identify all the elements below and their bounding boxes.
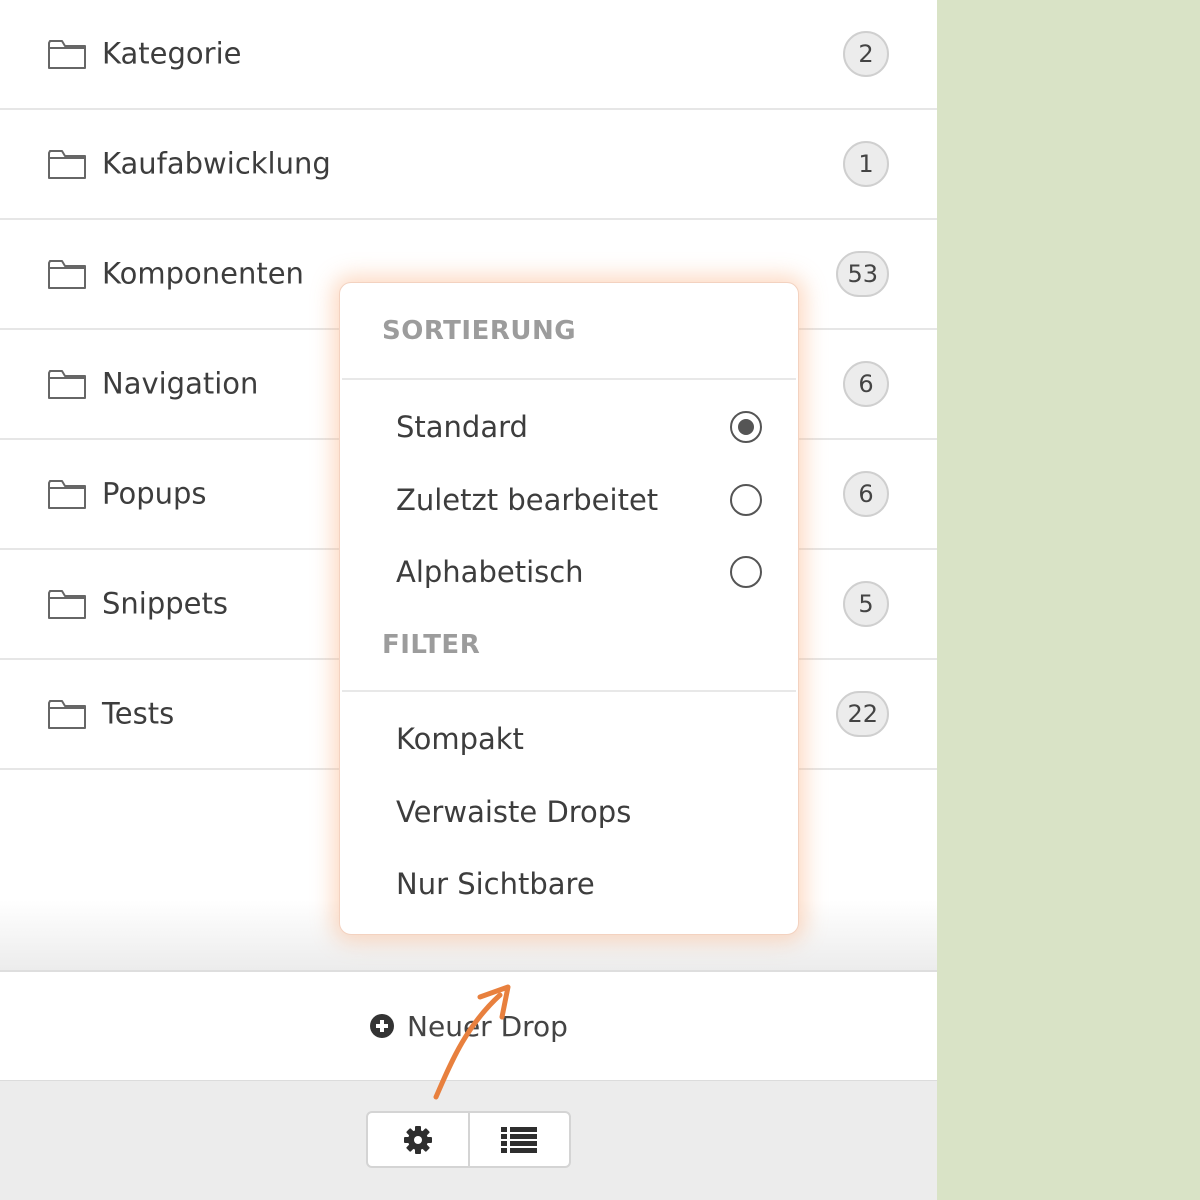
sort-option-label: Alphabetisch — [396, 555, 584, 589]
new-drop-label: Neuer Drop — [407, 1009, 568, 1043]
new-drop-button[interactable]: Neuer Drop — [369, 1010, 568, 1043]
filter-option-label: Verwaiste Drops — [396, 795, 632, 829]
folder-icon — [48, 370, 86, 399]
folder-label: Komponenten — [102, 256, 304, 291]
folder-label: Navigation — [102, 366, 259, 401]
toolbar-button-group — [366, 1111, 571, 1168]
bottom-toolbar — [0, 1080, 937, 1200]
menu-divider — [342, 690, 796, 692]
menu-divider — [342, 378, 796, 380]
sort-header: SORTIERUNG — [382, 316, 577, 346]
count-badge: 6 — [843, 471, 889, 517]
count-badge: 22 — [836, 691, 889, 737]
filter-option-nur-sichtbare[interactable]: Nur Sichtbare — [396, 854, 762, 914]
folder-icon — [48, 700, 86, 729]
folder-icon — [48, 590, 86, 619]
filter-header: FILTER — [382, 630, 481, 660]
folder-label: Kategorie — [102, 36, 242, 71]
folder-label: Kaufabwicklung — [102, 146, 331, 181]
gear-icon — [403, 1125, 432, 1154]
folder-icon — [48, 480, 86, 509]
filter-option-label: Kompakt — [396, 722, 524, 756]
folder-label: Popups — [102, 476, 207, 511]
list-icon — [501, 1126, 538, 1153]
folder-row-kategorie[interactable]: Kategorie 2 — [0, 0, 937, 110]
radio-selected[interactable] — [730, 411, 762, 443]
count-badge: 5 — [843, 581, 889, 627]
sort-option-standard[interactable]: Standard — [396, 397, 762, 457]
radio-unselected[interactable] — [730, 556, 762, 588]
filter-option-kompakt[interactable]: Kompakt — [396, 709, 762, 769]
sort-option-alphabetisch[interactable]: Alphabetisch — [396, 542, 762, 602]
folder-label: Snippets — [102, 586, 228, 621]
count-badge: 6 — [843, 361, 889, 407]
sort-option-zuletzt-bearbeitet[interactable]: Zuletzt bearbeitet — [396, 470, 762, 530]
new-drop-bar: Neuer Drop — [0, 970, 937, 1080]
settings-button[interactable] — [368, 1113, 468, 1166]
folder-icon — [48, 40, 86, 69]
filter-option-verwaiste-drops[interactable]: Verwaiste Drops — [396, 782, 762, 842]
options-dropdown-menu: SORTIERUNG Standard Zuletzt bearbeitet A… — [339, 282, 799, 935]
sort-option-label: Standard — [396, 410, 528, 444]
folder-row-kaufabwicklung[interactable]: Kaufabwicklung 1 — [0, 110, 937, 220]
list-view-button[interactable] — [467, 1113, 570, 1166]
folder-icon — [48, 150, 86, 179]
sort-option-label: Zuletzt bearbeitet — [396, 483, 659, 517]
folder-icon — [48, 260, 86, 289]
count-badge: 1 — [843, 141, 889, 187]
radio-unselected[interactable] — [730, 484, 762, 516]
count-badge: 2 — [843, 31, 889, 77]
folder-label: Tests — [102, 696, 175, 731]
plus-circle-icon — [370, 1014, 395, 1038]
count-badge: 53 — [836, 251, 889, 297]
filter-option-label: Nur Sichtbare — [396, 867, 595, 901]
